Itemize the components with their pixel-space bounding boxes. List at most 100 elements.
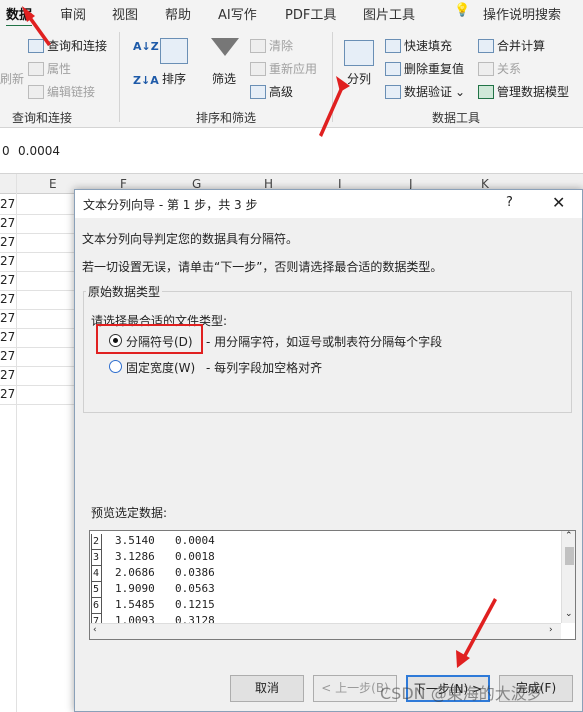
data-validation-button[interactable]: 数据验证 ⌄ — [385, 83, 465, 100]
filter-button[interactable]: 筛选 — [212, 70, 236, 87]
manage-data-model-button[interactable]: 管理数据模型 — [478, 83, 569, 100]
cell-value[interactable]: 27 — [0, 368, 16, 382]
scroll-up-icon[interactable]: ⌃ — [565, 531, 573, 541]
row-line — [0, 214, 80, 215]
cell-value[interactable]: 27 — [0, 349, 16, 363]
vertical-scrollbar[interactable]: ⌃ ⌄ — [561, 531, 575, 623]
chevron-down-icon: ⌄ — [455, 84, 466, 99]
cell-value[interactable]: 27 — [0, 311, 16, 325]
watermark-text: CSDN @東海的大波罗 — [380, 684, 543, 703]
edit-links-button[interactable]: 编辑链接 — [28, 83, 95, 100]
cell-value[interactable]: 27 — [0, 197, 16, 211]
row-line — [0, 309, 80, 310]
row-line — [0, 404, 80, 405]
preview-col-2: 0.1215 — [175, 598, 215, 611]
cell-value[interactable]: 27 — [0, 273, 16, 287]
preview-col-2: 0.0563 — [175, 582, 215, 595]
cell-value[interactable]: 27 — [0, 387, 16, 401]
preview-col-1: 2.0686 — [115, 566, 155, 579]
remove-duplicates-icon — [385, 61, 401, 76]
data-type-legend: 原始数据类型 — [86, 283, 163, 300]
preview-label: 预览选定数据: — [91, 506, 168, 520]
relationships-icon — [478, 61, 494, 76]
cancel-button[interactable]: 取消 — [230, 675, 304, 702]
ribbon-tab-bar: 数据 审阅 视图 帮助 AI写作 PDF工具 图片工具 💡 操作说明搜索 — [0, 0, 583, 27]
horizontal-scrollbar[interactable]: ‹ › — [90, 623, 561, 639]
tab-image-tools[interactable]: 图片工具 — [363, 4, 415, 23]
row-line — [0, 385, 80, 386]
split-columns-button[interactable]: 分列 — [347, 70, 371, 87]
dialog-title: 文本分列向导 - 第 1 步，共 3 步 — [83, 198, 258, 212]
reapply-button[interactable]: 重新应用 — [250, 60, 317, 77]
relationships-button[interactable]: 关系 — [478, 60, 521, 77]
row-line — [0, 233, 80, 234]
scroll-right-icon[interactable]: › — [549, 625, 553, 635]
cell-value[interactable]: 27 — [0, 216, 16, 230]
scroll-down-icon[interactable]: ⌄ — [565, 609, 573, 619]
grid-line — [16, 174, 17, 712]
lightbulb-icon: 💡 — [454, 3, 471, 18]
query-icon — [28, 38, 44, 53]
row-line — [0, 252, 80, 253]
flash-fill-icon — [385, 38, 401, 53]
close-button[interactable]: ✕ — [552, 193, 565, 212]
sort-button[interactable]: 排序 — [162, 70, 186, 87]
row-line — [0, 271, 80, 272]
row-line — [0, 328, 80, 329]
preview-row-number: 5 — [91, 582, 102, 598]
formula-input[interactable]: 0.0004 — [18, 144, 60, 158]
cell-value[interactable]: 27 — [0, 330, 16, 344]
sort-asc-icon[interactable]: A↓Z — [133, 40, 159, 53]
cell-value[interactable]: 27 — [0, 292, 16, 306]
data-validation-icon — [385, 84, 401, 99]
query-connect-button[interactable]: 查询和连接 — [28, 37, 107, 54]
scroll-thumb[interactable] — [565, 547, 574, 565]
tab-view[interactable]: 视图 — [112, 4, 138, 23]
tab-data[interactable]: 数据 — [6, 4, 33, 27]
data-preview[interactable]: 2 3.5140 0.0004 3 3.1286 0.0018 4 2.0686 0.0386 5… — [89, 530, 576, 640]
preview-row-number: 4 — [91, 566, 102, 582]
group-label-sort: 排序和筛选 — [196, 111, 257, 125]
preview-col-1: 1.5485 — [115, 598, 155, 611]
properties-icon — [28, 61, 44, 76]
preview-col-1: 3.1286 — [115, 550, 155, 563]
refresh-button[interactable]: 刷新 — [0, 70, 24, 87]
row-line — [0, 366, 80, 367]
cell-value[interactable]: 27 — [0, 254, 16, 268]
remove-duplicates-button[interactable]: 删除重复值 — [385, 60, 464, 77]
text-to-columns-dialog: 文本分列向导 - 第 1 步，共 3 步 ? ✕ 文本分列向导判定您的数据具有分… — [74, 189, 583, 712]
sort-desc-icon[interactable]: Z↓A — [133, 74, 159, 87]
split-columns-icon — [344, 40, 374, 66]
tab-review[interactable]: 审阅 — [60, 4, 86, 23]
advanced-icon — [250, 84, 266, 99]
consolidate-button[interactable]: 合并计算 — [478, 37, 545, 54]
help-button[interactable]: ? — [506, 195, 513, 210]
advanced-button[interactable]: 高级 — [250, 83, 293, 100]
radio-fixed-width-label[interactable]: 固定宽度(W) — [126, 359, 195, 376]
column-header[interactable]: E — [49, 177, 57, 191]
delimited-description: - 用分隔字符，如逗号或制表符分隔每个字段 — [206, 335, 443, 349]
group-divider — [119, 32, 120, 122]
tab-help[interactable]: 帮助 — [165, 4, 191, 23]
dialog-titlebar: 文本分列向导 - 第 1 步，共 3 步 ? ✕ — [75, 190, 582, 218]
tell-me-search[interactable]: 操作说明搜索 — [483, 4, 561, 23]
radio-fixed-width[interactable] — [109, 360, 122, 373]
flash-fill-button[interactable]: 快速填充 — [385, 37, 452, 54]
row-line — [0, 290, 80, 291]
tab-pdf-tools[interactable]: PDF工具 — [285, 4, 336, 23]
cell-value[interactable]: 27 — [0, 235, 16, 249]
data-model-icon — [478, 84, 494, 99]
row-line — [0, 347, 80, 348]
preview-col-2: 0.0004 — [175, 534, 215, 547]
preview-col-1: 3.5140 — [115, 534, 155, 547]
formula-bar: 0 0.0004 — [0, 128, 583, 174]
edit-links-icon — [28, 84, 44, 99]
tab-ai-write[interactable]: AI写作 — [218, 4, 257, 23]
properties-button[interactable]: 属性 — [28, 60, 71, 77]
scroll-left-icon[interactable]: ‹ — [93, 625, 97, 635]
preview-row-number: 2 — [91, 534, 102, 550]
preview-row-number: 3 — [91, 550, 102, 566]
dialog-instruction: 若一切设置无误，请单击“下一步”，否则请选择最合适的数据类型。 — [82, 260, 443, 274]
clear-button[interactable]: 清除 — [250, 37, 293, 54]
preview-row-number: 6 — [91, 598, 102, 614]
